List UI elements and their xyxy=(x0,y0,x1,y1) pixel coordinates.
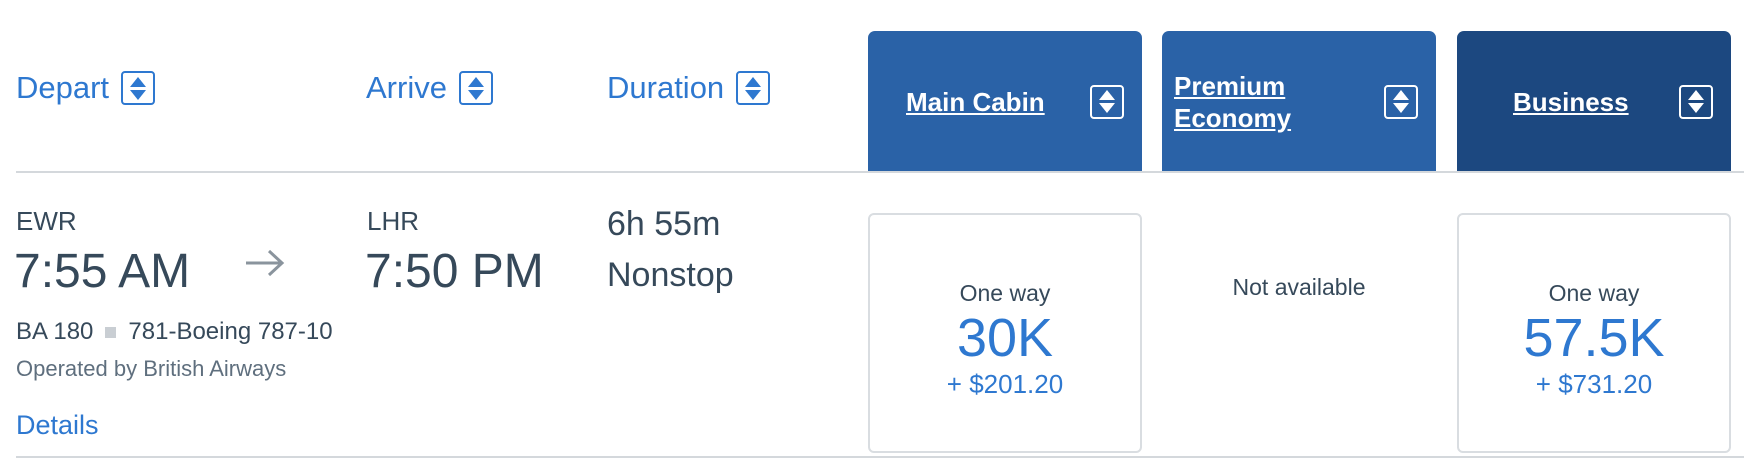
depart-time: 7:55 AM xyxy=(14,245,191,298)
sort-duration[interactable]: Duration xyxy=(607,60,771,116)
depart-header-label: Depart xyxy=(16,70,110,105)
tab-main-cabin[interactable]: Main Cabin xyxy=(868,31,1142,172)
arrive-time: 7:50 PM xyxy=(365,245,544,298)
main-cabin-tab-label: Main Cabin xyxy=(906,86,1045,117)
sort-arrive[interactable]: Arrive xyxy=(366,60,493,116)
destination-airport-code: LHR xyxy=(367,206,420,236)
fare-miles: 57.5K xyxy=(1523,308,1665,368)
details-link[interactable]: Details xyxy=(16,410,99,441)
fare-type: One way xyxy=(959,280,1051,306)
separator-square-icon xyxy=(105,326,117,338)
stops-info: Nonstop xyxy=(607,256,734,294)
sort-toggle-icon xyxy=(121,71,156,105)
flight-info-line: BA 180 781-Boeing 787-10 xyxy=(16,318,333,346)
origin-airport-code: EWR xyxy=(16,206,77,236)
flight-duration: 6h 55m xyxy=(607,205,721,243)
fare-type: One way xyxy=(1548,280,1640,306)
fare-tax: + $731.20 xyxy=(1535,369,1653,399)
sort-depart[interactable]: Depart xyxy=(16,60,156,116)
sort-toggle-icon xyxy=(736,71,771,105)
tab-premium-economy[interactable]: Premium Economy xyxy=(1162,31,1436,172)
premium-economy-not-available: Not available xyxy=(1232,274,1366,300)
fare-card-main-cabin[interactable]: One way 30K + $201.20 xyxy=(868,213,1142,453)
duration-header-label: Duration xyxy=(607,70,725,105)
row-divider xyxy=(16,456,1744,458)
sort-toggle-icon xyxy=(1384,84,1418,119)
fare-card-business[interactable]: One way 57.5K + $731.20 xyxy=(1457,213,1731,453)
aircraft-type: 781-Boeing 787-10 xyxy=(128,318,333,345)
flight-number: BA 180 xyxy=(16,318,94,345)
operated-by: Operated by British Airways xyxy=(16,356,287,381)
business-tab-label: Business xyxy=(1513,86,1629,117)
premium-economy-tab-label: Premium Economy xyxy=(1174,70,1292,133)
tab-business[interactable]: Business xyxy=(1457,31,1731,172)
sort-toggle-icon xyxy=(1679,84,1713,119)
fare-tax: + $201.20 xyxy=(946,369,1064,399)
sort-toggle-icon xyxy=(1090,84,1124,119)
fare-miles: 30K xyxy=(956,308,1054,368)
arrive-header-label: Arrive xyxy=(366,70,447,105)
arrow-right-icon xyxy=(246,249,285,277)
sort-toggle-icon xyxy=(458,71,493,105)
header-divider xyxy=(16,171,1744,173)
